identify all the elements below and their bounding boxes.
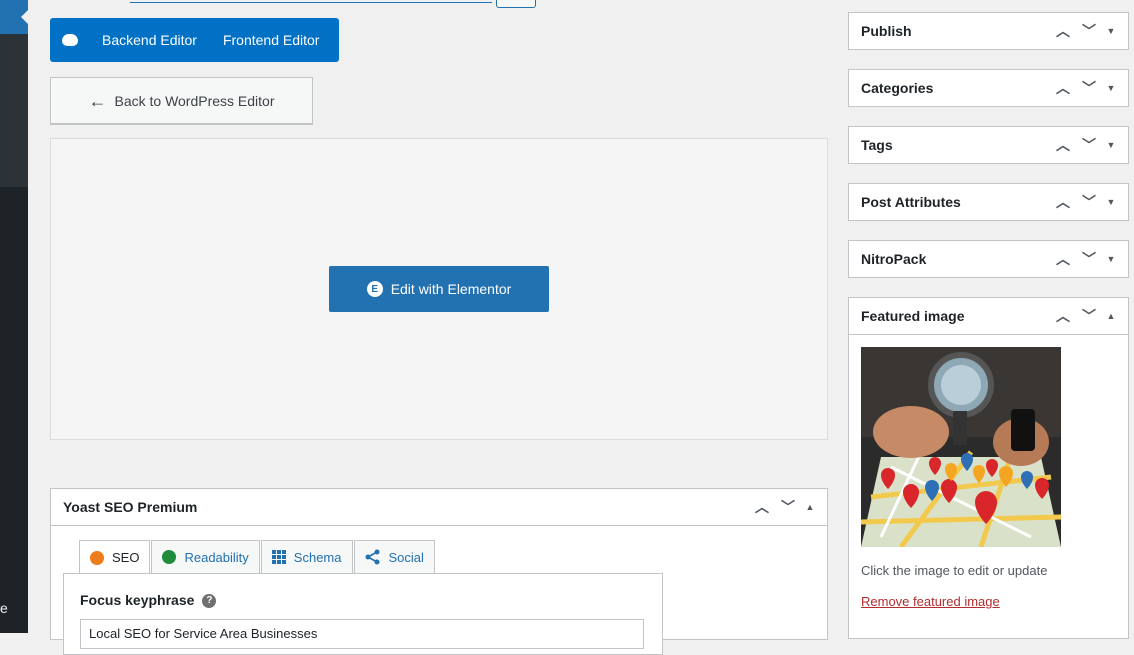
edit-with-elementor-button[interactable]: E Edit with Elementor	[329, 266, 549, 312]
tab-readability-label: Readability	[184, 549, 249, 565]
publish-box-header[interactable]: Publish ︿ ﹀ ▼	[849, 13, 1128, 49]
focus-keyphrase-label-text: Focus keyphrase	[80, 592, 195, 608]
yoast-seo-box: Yoast SEO Premium ︿ ﹀ ▲ SEO Readability Sc…	[50, 488, 828, 655]
editor-switch: Backend Editor Frontend Editor	[50, 18, 339, 62]
toggle-panel-icon[interactable]: ▲	[1102, 311, 1120, 321]
move-up-icon[interactable]: ︿	[1050, 21, 1076, 41]
nitropack-box: NitroPack ︿ ﹀ ▼	[848, 240, 1129, 278]
admin-menu-item-text[interactable]: e	[0, 600, 8, 616]
focus-keyphrase-input[interactable]: Local SEO for Service Area Businesses	[80, 619, 644, 649]
tab-social-label: Social	[388, 549, 424, 565]
move-down-icon[interactable]: ﹀	[1076, 78, 1102, 98]
move-down-icon[interactable]: ﹀	[1076, 21, 1102, 41]
yoast-box-header[interactable]: Yoast SEO Premium ︿ ﹀ ▲	[51, 489, 827, 525]
permalink-edit-button[interactable]	[496, 0, 536, 8]
move-down-icon[interactable]: ﹀	[775, 497, 801, 517]
nitropack-box-header[interactable]: NitroPack ︿ ﹀ ▼	[849, 241, 1128, 277]
categories-box-header[interactable]: Categories ︿ ﹀ ▼	[849, 70, 1128, 106]
tab-social[interactable]: Social	[353, 540, 435, 574]
tab-schema[interactable]: Schema	[260, 540, 353, 574]
move-up-icon[interactable]: ︿	[1050, 135, 1076, 155]
wpbakery-cloud-icon	[62, 34, 78, 46]
post-attributes-box: Post Attributes ︿ ﹀ ▼	[848, 183, 1129, 221]
seo-tab-panel: Focus keyphrase? Local SEO for Service A…	[63, 573, 663, 655]
toggle-panel-icon[interactable]: ▼	[1102, 254, 1120, 264]
categories-box: Categories ︿ ﹀ ▼	[848, 69, 1129, 107]
move-up-icon[interactable]: ︿	[1050, 249, 1076, 269]
featured-image-note: Click the image to edit or update	[861, 563, 1048, 578]
seo-score-face-icon	[90, 550, 104, 565]
featured-image-illustration	[861, 347, 1061, 547]
publish-box: Publish ︿ ﹀ ▼	[848, 12, 1129, 50]
edit-with-elementor-label: Edit with Elementor	[390, 281, 512, 297]
move-down-icon[interactable]: ﹀	[1076, 306, 1102, 326]
admin-sidebar: e	[0, 0, 28, 633]
focus-keyphrase-label: Focus keyphrase?	[80, 592, 217, 609]
toggle-panel-icon[interactable]: ▲	[801, 502, 819, 512]
categories-box-title: Categories	[861, 80, 934, 96]
tags-box: Tags ︿ ﹀ ▼	[848, 126, 1129, 164]
tags-box-header[interactable]: Tags ︿ ﹀ ▼	[849, 127, 1128, 163]
featured-image-box: Featured image ︿ ﹀ ▲ Click the image to …	[848, 297, 1129, 639]
toggle-panel-icon[interactable]: ▼	[1102, 26, 1120, 36]
publish-box-title: Publish	[861, 23, 912, 39]
help-icon[interactable]: ?	[202, 594, 217, 609]
move-up-icon[interactable]: ︿	[1050, 306, 1076, 326]
post-attributes-box-title: Post Attributes	[861, 194, 961, 210]
back-to-wordpress-editor-button[interactable]: ← Back to WordPress Editor	[50, 77, 313, 124]
backend-editor-button[interactable]: Backend Editor	[102, 32, 197, 48]
tags-box-title: Tags	[861, 137, 893, 153]
toggle-panel-icon[interactable]: ▼	[1102, 83, 1120, 93]
featured-image-box-title: Featured image	[861, 308, 965, 324]
nitropack-box-title: NitroPack	[861, 251, 927, 267]
move-down-icon[interactable]: ﹀	[1076, 249, 1102, 269]
elementor-icon: E	[366, 281, 383, 297]
featured-image-box-header[interactable]: Featured image ︿ ﹀ ▲	[849, 298, 1128, 334]
readability-score-face-icon	[162, 550, 177, 564]
remove-featured-image-link[interactable]: Remove featured image	[861, 594, 1000, 609]
tab-schema-label: Schema	[293, 549, 342, 565]
back-button-label: Back to WordPress Editor	[114, 92, 275, 109]
post-attributes-box-header[interactable]: Post Attributes ︿ ﹀ ▼	[849, 184, 1128, 220]
permalink-link[interactable]	[130, 0, 492, 3]
yoast-box-body: SEO Readability Schema Social Focus keyp…	[51, 525, 827, 655]
featured-image-thumbnail[interactable]	[861, 347, 1061, 547]
current-menu-arrow-icon	[21, 10, 28, 24]
grid-icon	[271, 550, 286, 564]
tab-seo[interactable]: SEO	[79, 540, 151, 575]
tab-seo-label: SEO	[112, 550, 140, 565]
frontend-editor-button[interactable]: Frontend Editor	[223, 32, 320, 48]
toggle-panel-icon[interactable]: ▼	[1102, 140, 1120, 150]
move-up-icon[interactable]: ︿	[749, 497, 775, 517]
share-icon	[365, 549, 379, 565]
toggle-panel-icon[interactable]: ▼	[1102, 197, 1120, 207]
tab-readability[interactable]: Readability	[151, 540, 260, 574]
move-up-icon[interactable]: ︿	[1050, 192, 1076, 212]
arrow-left-icon: ←	[88, 90, 107, 111]
yoast-tabs: SEO Readability Schema Social	[79, 540, 436, 575]
yoast-box-title: Yoast SEO Premium	[63, 499, 198, 515]
move-down-icon[interactable]: ﹀	[1076, 192, 1102, 212]
move-up-icon[interactable]: ︿	[1050, 78, 1076, 98]
move-down-icon[interactable]: ﹀	[1076, 135, 1102, 155]
